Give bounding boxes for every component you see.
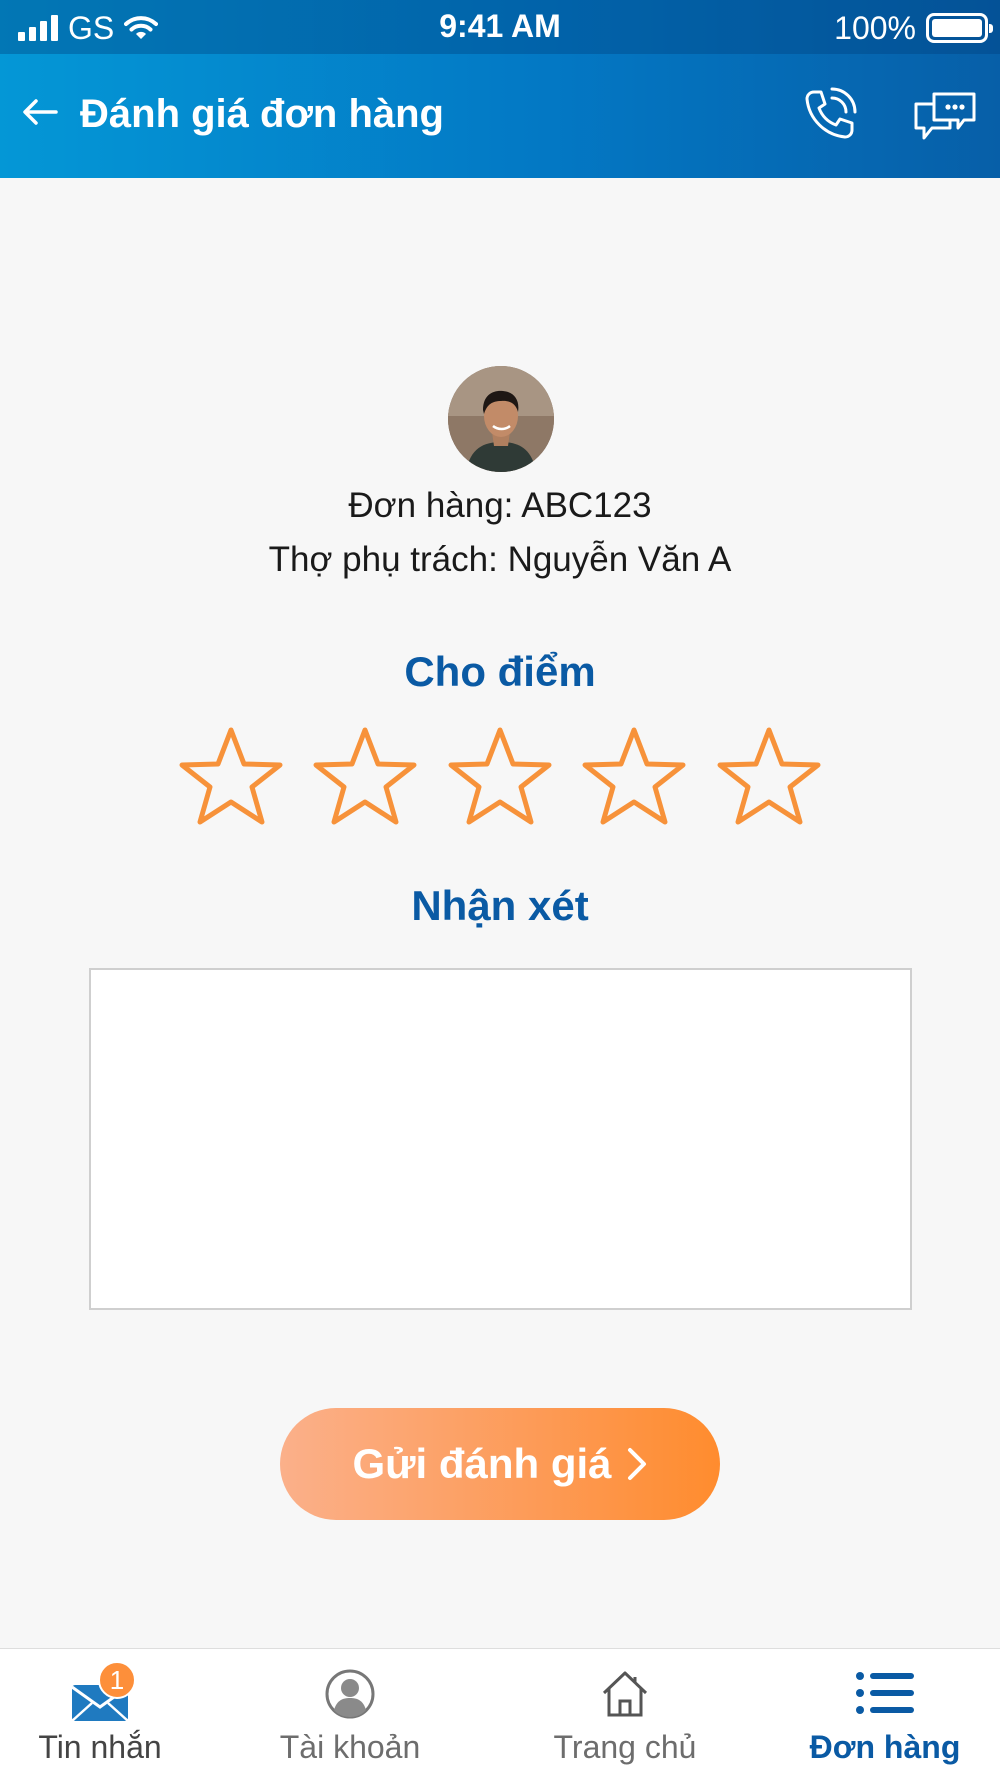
list-icon (856, 1672, 914, 1714)
comment-textarea[interactable] (89, 968, 912, 1310)
rating-title: Cho điểm (404, 648, 596, 695)
star-3-icon[interactable] (445, 724, 555, 830)
status-right: 100% (834, 6, 993, 50)
bottom-tab-bar: 1 Tin nhắn Tài khoản Trang chủ Đơn hàng (0, 1648, 1000, 1778)
phone-call-icon[interactable] (800, 84, 860, 144)
order-code-value: ABC123 (521, 486, 652, 525)
comment-title: Nhận xét (411, 882, 589, 929)
star-4-icon[interactable] (579, 724, 689, 830)
status-bar: GS 9:41 AM 100% (0, 0, 1000, 54)
star-2-icon[interactable] (310, 724, 420, 830)
home-icon (602, 1671, 648, 1717)
star-rating (176, 724, 826, 830)
technician-label: Thợ phụ trách: (268, 540, 498, 579)
star-1-icon[interactable] (176, 724, 286, 830)
nav-row: Đánh giá đơn hàng (0, 54, 1000, 178)
user-icon (325, 1669, 375, 1719)
technician-name: Nguyễn Văn A (507, 540, 732, 579)
chevron-right-icon (627, 1448, 646, 1480)
tab-orders[interactable]: Đơn hàng (785, 1649, 985, 1778)
app-header: GS 9:41 AM 100% Đánh giá đơn hàng (0, 0, 1000, 178)
avatar-photo (448, 366, 554, 472)
battery-percent: 100% (834, 9, 916, 46)
star-5-icon[interactable] (714, 724, 824, 830)
order-code-line: Đơn hàng: ABC123 (0, 486, 1000, 526)
tab-label: Trang chủ (553, 1729, 697, 1765)
tab-messages[interactable]: 1 Tin nhắn (0, 1649, 200, 1778)
screen: GS 9:41 AM 100% Đánh giá đơn hàng Đơn hà… (0, 0, 1000, 1778)
submit-review-button[interactable]: Gửi đánh giá (280, 1408, 720, 1520)
messages-badge: 1 (98, 1661, 136, 1699)
tab-label: Tài khoản (279, 1729, 421, 1765)
technician-avatar (448, 366, 554, 472)
technician-line: Thợ phụ trách: Nguyễn Văn A (0, 540, 1000, 580)
tab-account[interactable]: Tài khoản (250, 1649, 450, 1778)
battery-icon (926, 13, 993, 43)
tab-home[interactable]: Trang chủ (525, 1649, 725, 1778)
page-title: Đánh giá đơn hàng (80, 92, 444, 136)
tab-label: Đơn hàng (809, 1729, 961, 1765)
back-arrow-icon[interactable] (20, 92, 60, 132)
submit-label: Gửi đánh giá (352, 1440, 612, 1487)
chat-icon[interactable] (912, 82, 978, 142)
order-code-label: Đơn hàng: (348, 486, 514, 525)
tab-label: Tin nhắn (38, 1729, 162, 1765)
